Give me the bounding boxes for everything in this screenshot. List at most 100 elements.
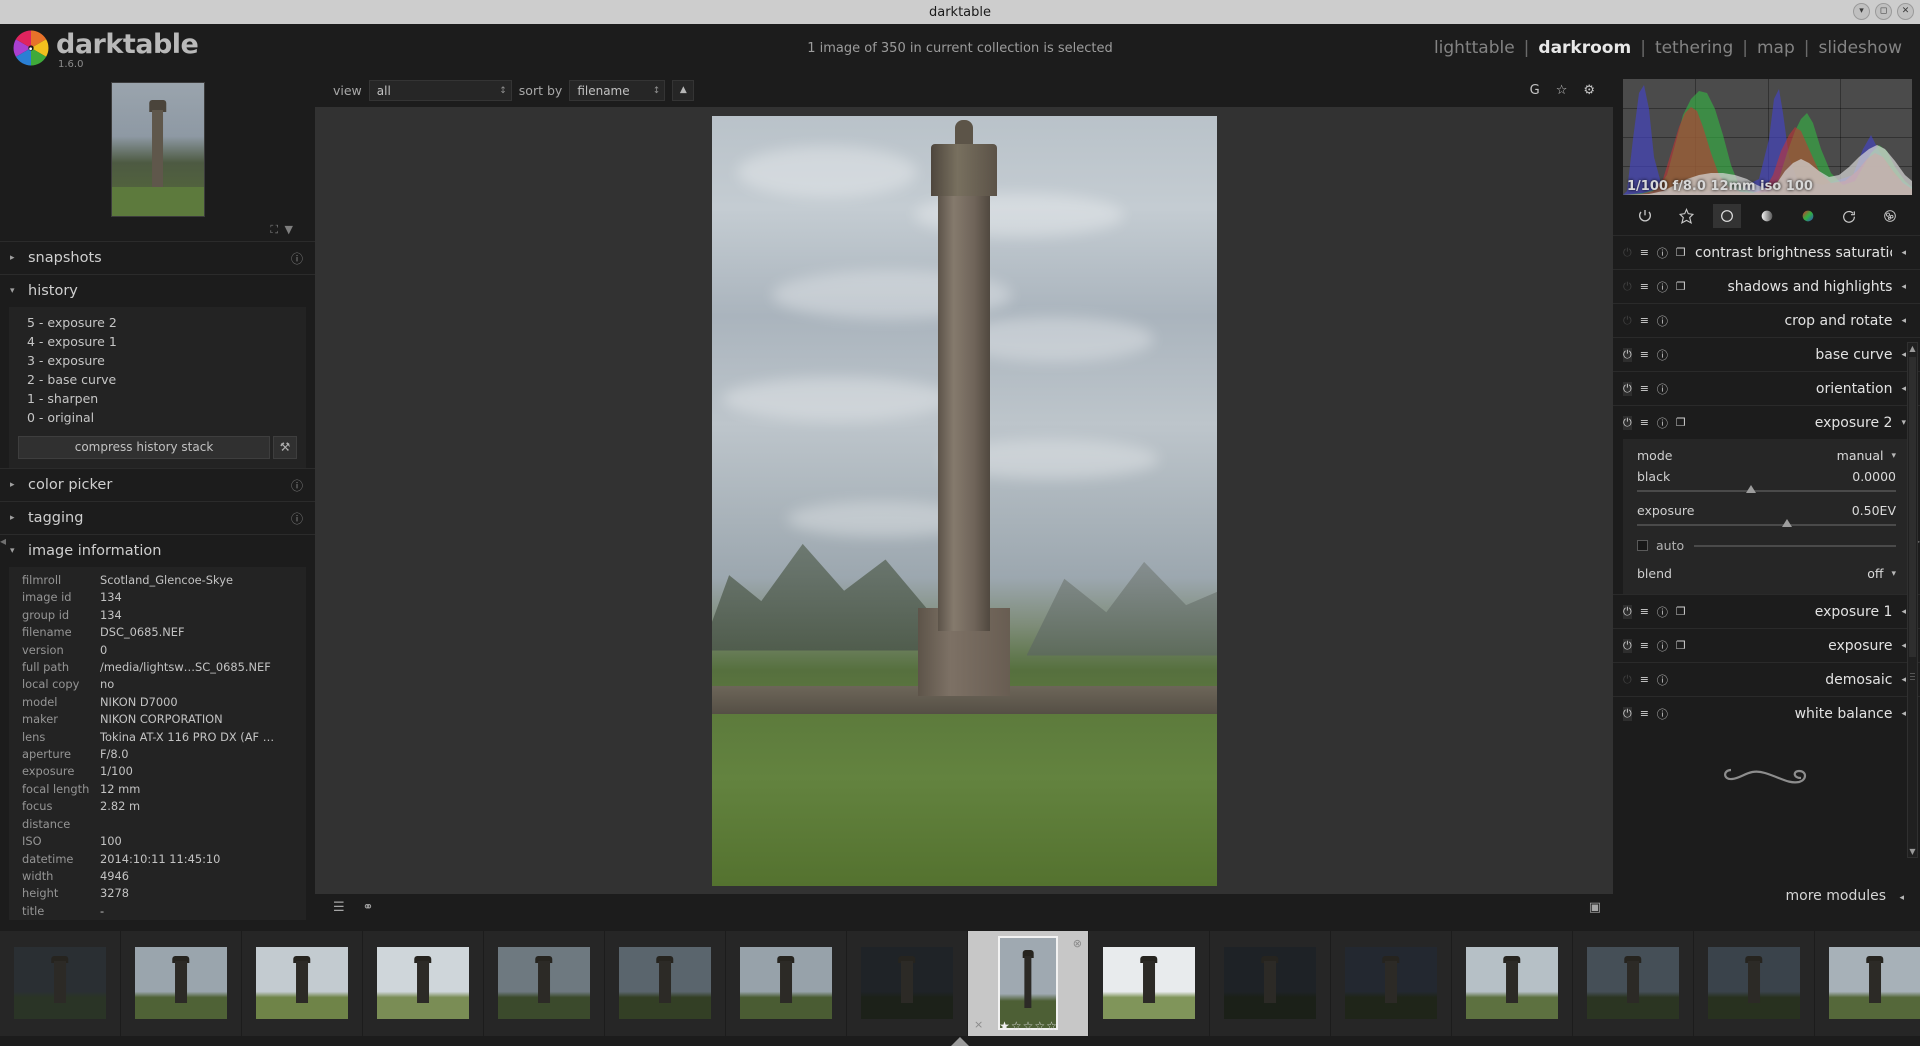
filmstrip-thumbnail[interactable] — [1694, 930, 1814, 1036]
view-filter-select[interactable]: all ↕ — [368, 80, 512, 101]
multi-instance-icon[interactable]: ❐ — [1676, 280, 1686, 293]
black-slider[interactable] — [1637, 484, 1896, 498]
hamburger-icon[interactable]: ☰ — [333, 900, 345, 915]
color-group-icon[interactable] — [1794, 204, 1822, 228]
module-row[interactable]: ⏻ ≡ ⓘ ❐ contrast brightness saturation ◂ — [1613, 235, 1920, 269]
panel-header-history[interactable]: ▾ history — [0, 274, 315, 307]
power-icon[interactable]: ⏻ — [1623, 415, 1632, 430]
filmstrip-resize-handle[interactable] — [951, 1037, 969, 1046]
view-lighttable[interactable]: lighttable — [1434, 38, 1515, 58]
power-icon[interactable]: ⏻ — [1623, 673, 1632, 687]
presets-menu-icon[interactable]: ≡ — [1640, 639, 1649, 652]
mode-row[interactable]: mode manual ▾ — [1623, 445, 1908, 466]
presets-menu-icon[interactable]: ≡ — [1640, 246, 1649, 259]
module-row[interactable]: ⏻ ≡ ⓘ ❐ exposure 2 ▾ — [1613, 405, 1920, 439]
exposure-slider[interactable] — [1637, 518, 1896, 532]
module-name[interactable]: crop and rotate — [1695, 313, 1892, 329]
left-panel-collapse-arrow[interactable]: ◂ — [0, 534, 6, 548]
presets-menu-icon[interactable]: ≡ — [1640, 416, 1649, 429]
tone-group-icon[interactable] — [1753, 204, 1781, 228]
history-item[interactable]: 1 - sharpen — [9, 389, 306, 408]
scrollbar-thumb[interactable] — [1909, 357, 1916, 657]
chevron-left-icon[interactable]: ◂ — [1901, 248, 1906, 258]
auto-checkbox[interactable] — [1637, 540, 1648, 551]
module-name[interactable]: exposure 2 — [1695, 415, 1893, 431]
minimize-button[interactable]: ▾ — [1853, 3, 1870, 20]
module-row[interactable]: ⏻ ≡ ⓘ ❐ exposure ◂ — [1613, 628, 1920, 662]
duplicate-icon[interactable]: ⚭ — [363, 900, 374, 915]
module-name[interactable]: exposure — [1695, 638, 1892, 654]
grouping-icon[interactable]: G — [1530, 83, 1540, 98]
close-button[interactable]: ✕ — [1897, 3, 1914, 20]
panel-header-snapshots[interactable]: ▸ snapshots ⓘ — [0, 241, 315, 274]
correction-group-icon[interactable] — [1835, 204, 1863, 228]
history-item[interactable]: 4 - exposure 1 — [9, 332, 306, 351]
module-name[interactable]: demosaic — [1695, 672, 1892, 688]
star-icon[interactable]: ☆ — [1034, 1019, 1045, 1033]
active-group-icon[interactable] — [1631, 204, 1659, 228]
reset-icon[interactable]: ⓘ — [1657, 672, 1668, 688]
chevron-down-icon[interactable]: ▼ — [285, 223, 293, 236]
view-navigation[interactable]: lighttable | darkroom | tethering | map … — [1434, 38, 1902, 58]
gear-icon[interactable]: ⚙ — [1583, 83, 1595, 98]
star-icon[interactable]: ☆ — [1046, 1019, 1057, 1033]
module-name[interactable]: white balance — [1695, 706, 1893, 722]
multi-instance-icon[interactable]: ❐ — [1676, 639, 1686, 652]
reset-icon[interactable]: ⓘ — [1657, 706, 1668, 722]
filmstrip-thumbnail-selected[interactable]: ★ ☆ ☆ ☆ ☆ × ⊗ — [968, 930, 1088, 1036]
view-tethering[interactable]: tethering — [1655, 38, 1733, 58]
view-slideshow[interactable]: slideshow — [1819, 38, 1903, 58]
filmstrip-thumbnail[interactable] — [0, 930, 120, 1036]
view-map[interactable]: map — [1757, 38, 1795, 58]
chevron-left-icon[interactable]: ◂ — [1901, 282, 1906, 292]
module-name[interactable]: exposure 1 — [1695, 604, 1893, 620]
filmstrip-thumbnail[interactable] — [1452, 930, 1572, 1036]
presets-menu-icon[interactable]: ≡ — [1640, 314, 1649, 327]
filmstrip-thumbnail[interactable] — [847, 930, 967, 1036]
chevron-left-icon[interactable]: ◂ — [1901, 316, 1906, 326]
chevron-left-icon[interactable]: ◂ — [1901, 675, 1906, 685]
history-item[interactable]: 2 - base curve — [9, 370, 306, 389]
module-row[interactable]: ⏻ ≡ ⓘ crop and rotate ◂ — [1613, 303, 1920, 337]
power-icon[interactable]: ⏻ — [1623, 706, 1632, 721]
module-row[interactable]: ⏻ ≡ ⓘ ❐ exposure 1 ◂ — [1613, 594, 1920, 628]
reset-icon[interactable]: ⓘ — [1657, 381, 1668, 397]
presets-menu-icon[interactable]: ≡ — [1640, 673, 1649, 686]
scroll-up-icon[interactable]: ▲ — [1908, 343, 1917, 354]
filmstrip-thumbnail[interactable] — [1815, 930, 1920, 1036]
chevron-left-icon[interactable]: ◂ — [1901, 709, 1906, 719]
reset-icon[interactable]: ⓘ — [1657, 638, 1668, 654]
focus-peaking-icon[interactable]: ▣ — [1589, 900, 1601, 915]
multi-instance-icon[interactable]: ❐ — [1676, 246, 1686, 259]
auto-threshold-slider[interactable] — [1694, 544, 1896, 547]
star-icon[interactable]: ☆ — [1011, 1019, 1022, 1033]
reject-icon[interactable]: × — [974, 1018, 983, 1031]
view-darkroom[interactable]: darkroom — [1538, 38, 1631, 58]
filmstrip-thumbnail[interactable] — [605, 930, 725, 1036]
star-icon[interactable]: ☆ — [1023, 1019, 1034, 1033]
panel-header-tagging[interactable]: ▸ tagging ⓘ — [0, 501, 315, 534]
power-icon[interactable]: ⏻ — [1623, 347, 1632, 362]
reset-icon[interactable]: ⓘ — [1657, 279, 1668, 295]
multi-instance-icon[interactable]: ❐ — [1676, 416, 1686, 429]
filmstrip-thumbnail[interactable] — [1210, 930, 1330, 1036]
presets-menu-icon[interactable]: ≡ — [1640, 707, 1649, 720]
compress-history-stack-button[interactable]: compress history stack — [18, 436, 270, 459]
module-name[interactable]: base curve — [1695, 347, 1892, 363]
window-controls[interactable]: ▾ ◻ ✕ — [1853, 3, 1914, 20]
filmstrip-thumbnail[interactable] — [726, 930, 846, 1036]
presets-menu-icon[interactable]: ≡ — [1640, 280, 1649, 293]
module-row[interactable]: ⏻ ≡ ⓘ ❐ shadows and highlights ◂ — [1613, 269, 1920, 303]
black-row[interactable]: black 0.0000 — [1623, 466, 1908, 484]
multi-instance-icon[interactable]: ❐ — [1676, 605, 1686, 618]
power-icon[interactable]: ⏻ — [1623, 314, 1632, 328]
module-row[interactable]: ⏻ ≡ ⓘ base curve ◂ — [1613, 337, 1920, 371]
navigation-preview-thumbnail[interactable] — [110, 82, 205, 217]
history-item[interactable]: 3 - exposure — [9, 351, 306, 370]
module-row[interactable]: ⏻ ≡ ⓘ orientation ◂ — [1613, 371, 1920, 405]
sort-by-select[interactable]: filename ↕ — [569, 80, 666, 101]
histogram-module[interactable]: 1/100 f/8.0 12mm iso 100 — [1613, 74, 1920, 195]
reset-icon[interactable]: ⓘ — [1657, 415, 1668, 431]
overlays-star-icon[interactable]: ☆ — [1556, 83, 1568, 98]
panel-header-color-picker[interactable]: ▸ color picker ⓘ — [0, 468, 315, 501]
